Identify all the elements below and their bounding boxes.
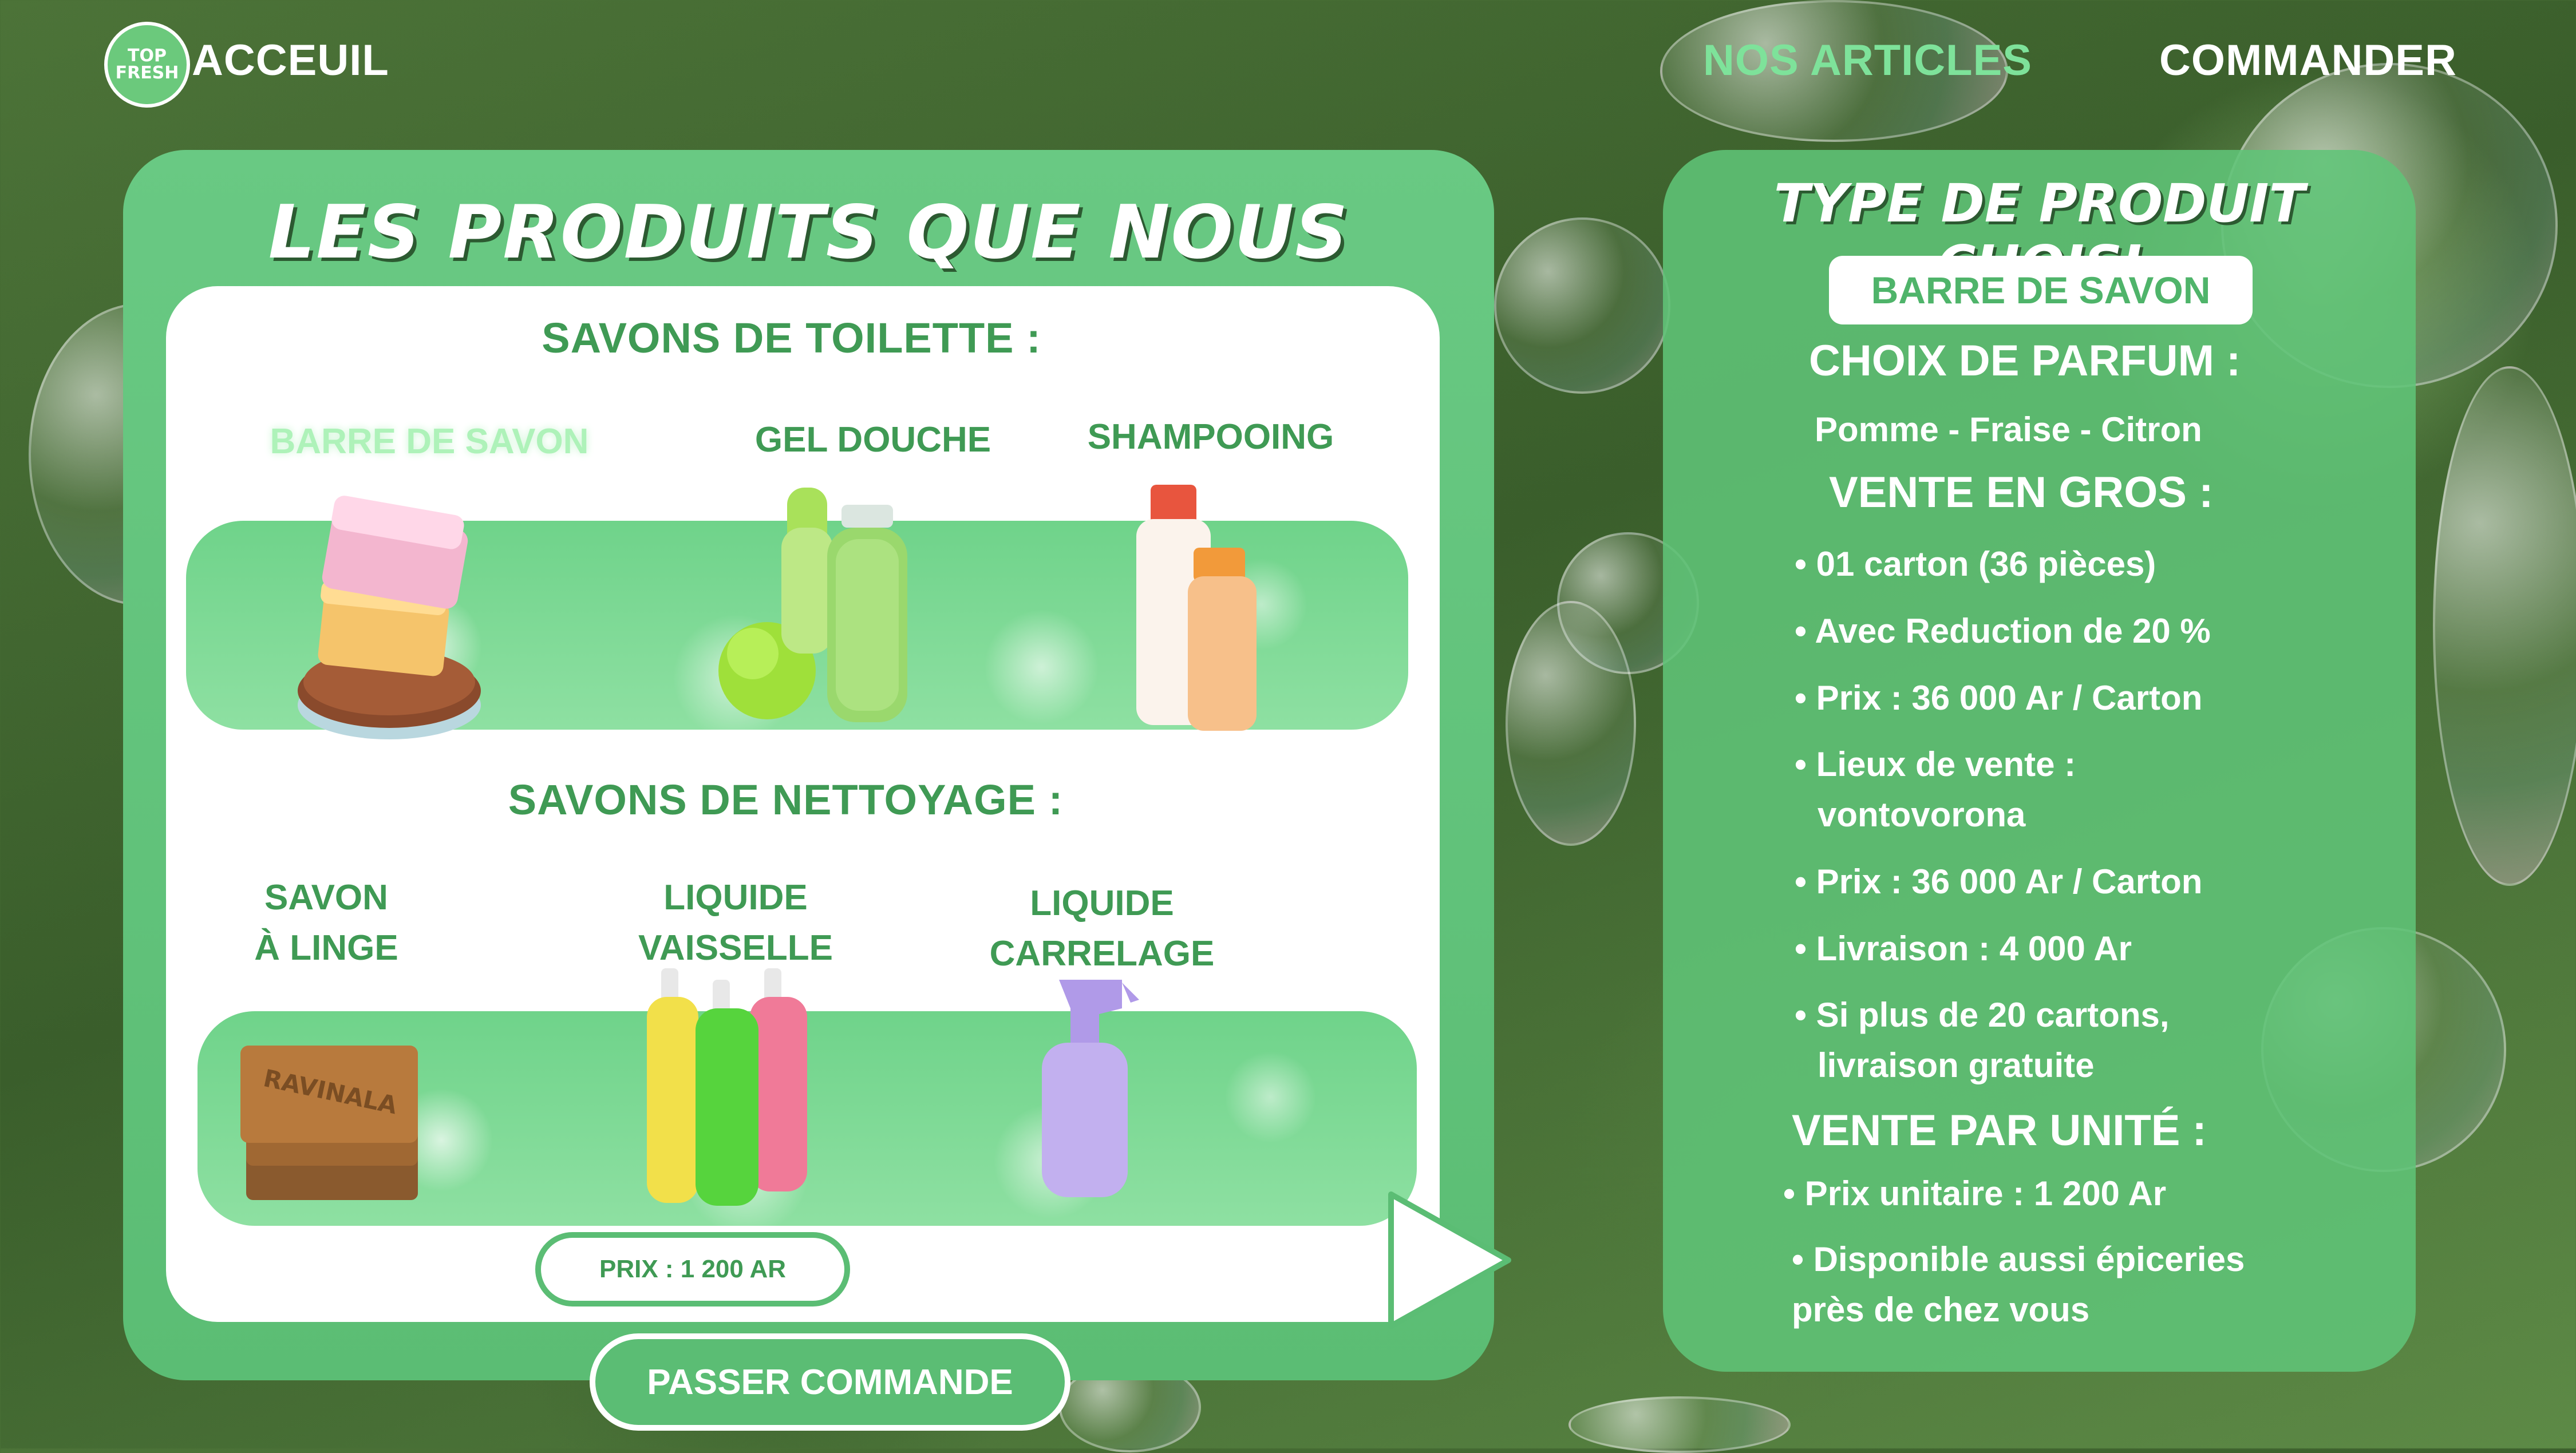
unit-sale-item: • Disponible aussi épiceries bbox=[1792, 1240, 2245, 1278]
tile-cleaner-image[interactable] bbox=[1025, 968, 1151, 1203]
cleaning-section-title: SAVONS DE NETTOYAGE : bbox=[508, 776, 1064, 824]
product-liquide-vaisselle-line1: LIQUIDE bbox=[663, 878, 808, 917]
next-arrow-icon[interactable] bbox=[1380, 1186, 1517, 1335]
product-liquide-carrelage[interactable]: LIQUIDE CARRELAGE bbox=[982, 878, 1222, 979]
logo-text-top: TOP bbox=[128, 46, 167, 66]
unit-sale-heading: VENTE PAR UNITÉ : bbox=[1792, 1106, 2207, 1155]
shower-gel-image[interactable] bbox=[713, 482, 919, 734]
product-savon-a-linge-line2: À LINGE bbox=[254, 928, 398, 968]
nav-articles-link[interactable]: NOS ARTICLES bbox=[1703, 35, 2032, 85]
wholesale-item: • Prix : 36 000 Ar / Carton bbox=[1795, 679, 2203, 717]
price-badge: PRIX : 1 200 AR bbox=[535, 1232, 850, 1306]
decorative-bubble bbox=[2433, 366, 2576, 886]
product-liquide-carrelage-line1: LIQUIDE bbox=[1030, 884, 1174, 923]
wholesale-item: • Prix : 36 000 Ar / Carton bbox=[1795, 862, 2203, 901]
unit-sale-item: près de chez vous bbox=[1792, 1290, 2090, 1329]
products-panel: LES PRODUITS QUE NOUS PROPOSONS : SAVONS… bbox=[123, 150, 1511, 1380]
product-savon-a-linge-line1: SAVON bbox=[264, 878, 388, 917]
wholesale-item: livraison gratuite bbox=[1818, 1046, 2095, 1084]
product-savon-a-linge[interactable]: SAVON À LINGE bbox=[218, 873, 435, 973]
scent-options: Pomme - Fraise - Citron bbox=[1815, 410, 2202, 449]
unit-sale-item: • Prix unitaire : 1 200 Ar bbox=[1783, 1174, 2167, 1213]
product-gel-douche[interactable]: GEL DOUCHE bbox=[724, 415, 1022, 465]
wholesale-item: • Avec Reduction de 20 % bbox=[1795, 612, 2211, 650]
product-liquide-vaisselle[interactable]: LIQUIDE VAISSELLE bbox=[615, 873, 856, 973]
wholesale-item: • Livraison : 4 000 Ar bbox=[1795, 929, 2132, 968]
wholesale-item: vontovorona bbox=[1818, 795, 2026, 834]
nav-order-link[interactable]: COMMANDER bbox=[2159, 35, 2457, 85]
shampoo-image[interactable] bbox=[1131, 485, 1279, 737]
place-order-button[interactable]: PASSER COMMANDE bbox=[590, 1333, 1070, 1431]
wholesale-heading: VENTE EN GROS : bbox=[1829, 468, 2214, 517]
toilet-section-title: SAVONS DE TOILETTE : bbox=[542, 314, 1041, 362]
decorative-bubble bbox=[1568, 1396, 1791, 1453]
nav-home-link[interactable]: ACCEUIL bbox=[192, 35, 389, 85]
chosen-product-chip: BARRE DE SAVON bbox=[1829, 256, 2253, 324]
soap-bar-image[interactable] bbox=[286, 485, 550, 754]
scent-heading: CHOIX DE PARFUM : bbox=[1809, 336, 2241, 385]
product-barre-de-savon[interactable]: BARRE DE SAVON bbox=[252, 417, 607, 467]
laundry-soap-image[interactable]: RAVINALA bbox=[235, 1034, 429, 1212]
logo-text-bottom: FRESH bbox=[115, 63, 179, 83]
decorative-bubble bbox=[1494, 217, 1670, 394]
wholesale-item: • 01 carton (36 pièces) bbox=[1795, 545, 2156, 583]
wholesale-item: • Si plus de 20 cartons, bbox=[1795, 996, 2170, 1034]
wholesale-item: • Lieux de vente : bbox=[1795, 745, 2076, 783]
dish-liquid-image[interactable] bbox=[641, 963, 830, 1209]
product-shampooing[interactable]: SHAMPOOING bbox=[1059, 412, 1362, 462]
details-panel: TYPE DE PRODUIT CHOISI BARRE DE SAVON CH… bbox=[1663, 150, 2416, 1372]
brand-logo[interactable]: TOP FRESH bbox=[104, 22, 190, 108]
